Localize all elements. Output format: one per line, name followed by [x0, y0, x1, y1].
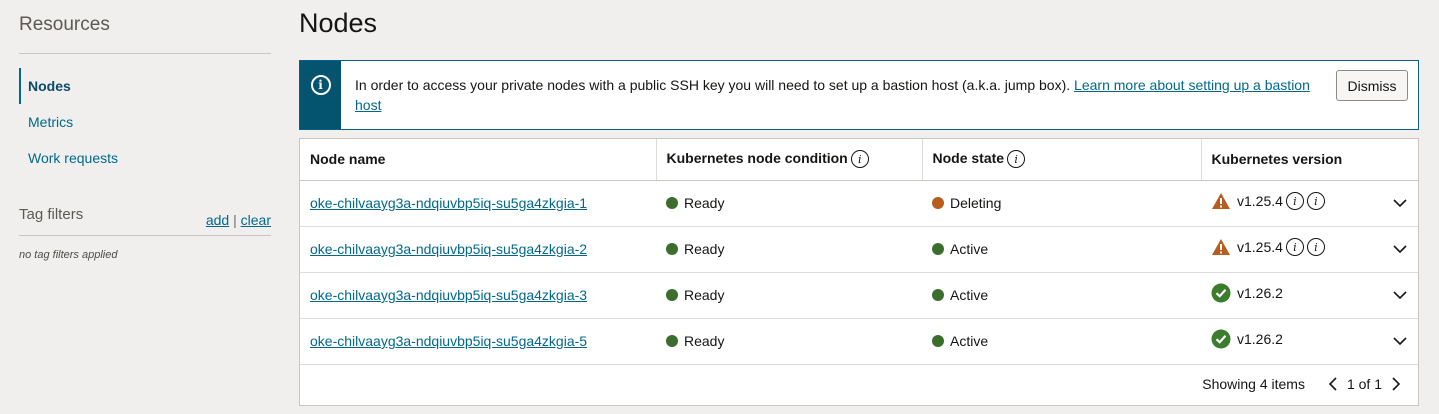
- info-icon: i: [310, 75, 331, 95]
- info-icon[interactable]: i: [1285, 192, 1304, 210]
- nodes-table: Node name Kubernetes node condition i Nod…: [300, 139, 1418, 365]
- info-icon[interactable]: i: [850, 150, 869, 169]
- clear-tag-filter-link[interactable]: clear: [241, 212, 271, 228]
- warning-icon: [1212, 193, 1230, 209]
- node-state: Deleting: [950, 195, 1002, 211]
- info-banner: i In order to access your private nodes …: [299, 60, 1419, 130]
- column-header-node-condition[interactable]: Kubernetes node condition i: [656, 139, 923, 181]
- info-icon[interactable]: i: [1285, 238, 1304, 256]
- sidebar: Resources Nodes Metrics Work requests Ta…: [19, 0, 271, 414]
- table-row: oke-chilvaayg3a-ndqiuvbp5iq-su5ga4zkgia-…: [300, 318, 1418, 365]
- deleting-status-dot: [932, 197, 944, 209]
- tag-filters-empty-text: no tag filters applied: [19, 249, 118, 261]
- sidebar-item-work-requests[interactable]: Work requests: [19, 140, 271, 176]
- banner-message: In order to access your private nodes wi…: [355, 75, 1325, 115]
- node-name-link[interactable]: oke-chilvaayg3a-ndqiuvbp5iq-su5ga4zkgia-…: [310, 287, 587, 303]
- node-condition: Ready: [684, 333, 725, 349]
- chevron-down-icon[interactable]: [1392, 241, 1408, 257]
- divider: [19, 235, 271, 236]
- node-name-link[interactable]: oke-chilvaayg3a-ndqiuvbp5iq-su5ga4zkgia-…: [310, 333, 587, 349]
- k8s-version: v1.25.4: [1237, 193, 1283, 209]
- node-name-link[interactable]: oke-chilvaayg3a-ndqiuvbp5iq-su5ga4zkgia-…: [310, 241, 587, 257]
- column-header-label: Kubernetes version: [1211, 151, 1343, 168]
- column-header-node-state[interactable]: Node state i: [922, 139, 1202, 181]
- column-header-label: Node name: [310, 151, 386, 168]
- table-header-row: Node name Kubernetes node condition i Nod…: [300, 139, 1418, 181]
- ready-status-dot: [666, 289, 678, 301]
- ready-status-dot: [666, 197, 678, 209]
- column-header-label: Kubernetes node condition: [666, 150, 848, 167]
- banner-text: In order to access your private nodes wi…: [355, 77, 1075, 93]
- ready-status-dot: [666, 335, 678, 347]
- add-tag-filter-link[interactable]: add: [206, 212, 229, 228]
- items-count: Showing 4 items: [1202, 376, 1305, 392]
- ready-status-dot: [666, 243, 678, 255]
- column-header-node-name[interactable]: Node name: [300, 139, 657, 181]
- banner-icon-strip: i: [300, 61, 341, 129]
- chevron-down-icon[interactable]: [1392, 195, 1408, 211]
- node-name-link[interactable]: oke-chilvaayg3a-ndqiuvbp5iq-su5ga4zkgia-…: [310, 195, 587, 211]
- resources-title: Resources: [19, 14, 110, 35]
- page-indicator: 1 of 1: [1346, 376, 1382, 392]
- node-condition: Ready: [684, 195, 725, 211]
- node-condition: Ready: [684, 241, 725, 257]
- node-state: Active: [950, 333, 989, 349]
- active-status-dot: [932, 243, 944, 255]
- resources-nav: Nodes Metrics Work requests: [19, 68, 271, 176]
- k8s-version: v1.25.4: [1237, 239, 1283, 255]
- table-row: oke-chilvaayg3a-ndqiuvbp5iq-su5ga4zkgia-…: [300, 272, 1418, 319]
- tag-filter-links: add | clear: [206, 212, 271, 228]
- divider: [19, 53, 271, 54]
- table-row: oke-chilvaayg3a-ndqiuvbp5iq-su5ga4zkgia-…: [300, 226, 1418, 273]
- node-state: Active: [950, 287, 989, 303]
- tag-link-separator: |: [233, 212, 237, 228]
- active-status-dot: [932, 289, 944, 301]
- active-status-dot: [932, 335, 944, 347]
- page-title: Nodes: [299, 8, 378, 38]
- chevron-right-icon[interactable]: [1388, 376, 1404, 392]
- sidebar-item-nodes[interactable]: Nodes: [19, 68, 271, 104]
- k8s-version: v1.26.2: [1237, 331, 1283, 347]
- chevron-down-icon[interactable]: [1392, 333, 1408, 349]
- table-footer: Showing 4 items 1 of 1: [1202, 363, 1418, 405]
- info-icon[interactable]: i: [1306, 192, 1325, 210]
- k8s-version: v1.26.2: [1237, 285, 1283, 301]
- info-icon[interactable]: i: [1306, 238, 1325, 256]
- tag-filters-title: Tag filters: [19, 206, 84, 223]
- check-circle-icon: [1211, 329, 1231, 349]
- dismiss-button[interactable]: Dismiss: [1336, 70, 1408, 101]
- column-header-k8s-version[interactable]: Kubernetes version: [1201, 139, 1418, 181]
- chevron-down-icon[interactable]: [1392, 287, 1408, 303]
- table-row: oke-chilvaayg3a-ndqiuvbp5iq-su5ga4zkgia-…: [300, 180, 1418, 227]
- chevron-left-icon[interactable]: [1325, 376, 1341, 392]
- column-header-label: Node state: [932, 150, 1005, 167]
- sidebar-item-metrics[interactable]: Metrics: [19, 104, 271, 140]
- node-condition: Ready: [684, 287, 725, 303]
- warning-icon: [1212, 239, 1230, 255]
- nodes-table-container: Node name Kubernetes node condition i Nod…: [299, 138, 1419, 406]
- info-icon[interactable]: i: [1007, 150, 1026, 169]
- check-circle-icon: [1211, 283, 1231, 303]
- node-state: Active: [950, 241, 989, 257]
